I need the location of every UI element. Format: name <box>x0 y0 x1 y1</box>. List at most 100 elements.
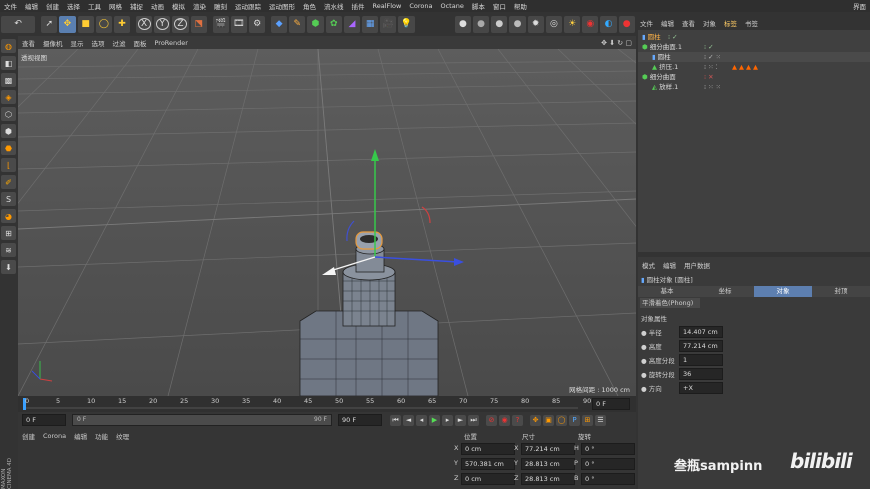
grid-button[interactable]: ⊞ <box>1 226 16 240</box>
tab-object[interactable]: 对象 <box>754 286 812 297</box>
render-picture-viewer-button[interactable]: 🎞 <box>230 15 247 33</box>
visibility-icon[interactable]: ⁝ ✓ <box>704 42 714 52</box>
viewport-menu-filter[interactable]: 过滤 <box>109 38 130 48</box>
viewport-menu-options[interactable]: 选项 <box>88 38 109 48</box>
cube-button[interactable]: ◆ <box>271 15 288 33</box>
timeline[interactable]: 0 5 10 15 20 25 30 35 40 45 50 55 60 65 70 75 80 85 90 0 F <box>18 396 636 412</box>
key-pla-button[interactable]: ⊞ <box>582 414 593 426</box>
key-param-button[interactable]: P <box>569 414 580 426</box>
array-button[interactable]: ✿ <box>325 15 342 33</box>
x-axis-button[interactable]: X <box>135 15 153 33</box>
z-axis-button[interactable]: Z <box>172 15 189 33</box>
live-select-button[interactable]: ➚ <box>41 15 58 33</box>
axis-mode-button[interactable]: ⌊ <box>1 158 16 172</box>
workplane-button[interactable]: ◈ <box>1 90 16 104</box>
menu-sculpt[interactable]: 雕刻 <box>210 1 231 11</box>
tweak-mode-button[interactable]: ✐ <box>1 175 16 189</box>
download-button[interactable]: ⬇ <box>1 260 16 274</box>
menu-select[interactable]: 选择 <box>63 1 84 11</box>
position-x-field[interactable]: 0 cm <box>461 443 515 455</box>
keyframe-selection-button[interactable]: ? <box>512 414 523 426</box>
timeline-menu-button[interactable]: ☰ <box>595 414 606 426</box>
visibility-icon[interactable]: ⁝ ✓ <box>668 32 678 42</box>
menu-mograph[interactable]: 运动图形 <box>265 1 299 11</box>
object-row[interactable]: ⬢ 细分曲面 ⁝ ✕ <box>638 72 870 82</box>
frame-range-slider[interactable]: 0 F 90 F <box>72 414 332 426</box>
material-menu-corona[interactable]: Corona <box>39 432 70 440</box>
tab-caps[interactable]: 封顶 <box>812 286 870 297</box>
end-frame-field[interactable]: 90 F <box>338 414 382 426</box>
material-menu-create[interactable]: 创建 <box>18 431 39 441</box>
menu-layout[interactable]: 界面 <box>849 1 870 11</box>
object-list[interactable]: ▮ 圆柱 ⁝ ✓ ⬢ 细分曲面.1 ⁝ ✓ ▮ 圆柱 ⁝ ✓ ⁙ ▲ 挤压.1 … <box>638 30 870 252</box>
snap-button[interactable]: S <box>1 192 16 206</box>
menu-file[interactable]: 文件 <box>0 1 21 11</box>
menu-pipeline[interactable]: 流水线 <box>320 1 348 11</box>
position-z-field[interactable]: 0 cm <box>461 473 515 485</box>
orientation-select[interactable]: +X <box>679 382 723 394</box>
menu-script[interactable]: 脚本 <box>468 1 489 11</box>
material-menu-texture[interactable]: 纹理 <box>112 431 133 441</box>
menu-animate[interactable]: 动画 <box>147 1 168 11</box>
texture-mode-button[interactable]: ▩ <box>1 73 16 87</box>
material-menu-function[interactable]: 功能 <box>91 431 112 441</box>
rotation-segments-field[interactable]: 36 <box>679 368 723 380</box>
object-menu-bookmarks[interactable]: 书签 <box>741 18 762 28</box>
deformer-button[interactable]: ◢ <box>343 15 361 33</box>
height-field[interactable]: 77.214 cm <box>679 340 723 352</box>
size-y-field[interactable]: 28.813 cm <box>521 458 575 470</box>
viewport[interactable]: 透视视图 网格间距 : 1000 cm <box>18 49 636 396</box>
menu-realflow[interactable]: RealFlow <box>369 2 406 10</box>
octane-sphere-3-button[interactable]: ● <box>491 15 508 33</box>
object-menu-edit[interactable]: 编辑 <box>657 18 678 28</box>
tab-coord[interactable]: 坐标 <box>696 286 754 297</box>
start-frame-field[interactable]: 0 F <box>22 414 66 426</box>
tab-phong[interactable]: 平滑着色(Phong) <box>640 298 700 308</box>
key-scale-button[interactable]: ▣ <box>543 414 554 426</box>
radio-icon[interactable]: ● <box>641 329 647 337</box>
menu-corona[interactable]: Corona <box>405 2 436 10</box>
rotation-p-field[interactable]: 0 ° <box>581 458 635 470</box>
size-z-field[interactable]: 28.813 cm <box>521 473 575 485</box>
material-menu-edit[interactable]: 编辑 <box>70 431 91 441</box>
key-rotation-button[interactable]: ◯ <box>556 414 567 426</box>
points-mode-button[interactable]: ⬡ <box>1 107 16 121</box>
polygons-mode-button[interactable]: ⬣ <box>1 141 16 155</box>
radius-field[interactable]: 14.407 cm <box>679 326 723 338</box>
octane-half-sphere-button[interactable]: ◐ <box>600 15 617 33</box>
pen-button[interactable]: ✎ <box>289 15 306 33</box>
menu-window[interactable]: 窗口 <box>489 1 510 11</box>
octane-sphere-button[interactable]: ● <box>454 15 471 33</box>
tags-icon[interactable]: ▲▲▲▲ <box>732 62 760 72</box>
next-key-button[interactable]: ► <box>455 414 466 426</box>
record-key-button[interactable]: ⊘ <box>486 414 497 426</box>
octane-sphere-2-button[interactable]: ● <box>472 15 490 33</box>
menu-render[interactable]: 渲染 <box>189 1 210 11</box>
octane-sun-button[interactable]: ☀ <box>564 15 581 33</box>
prev-key-button[interactable]: ◄ <box>403 414 414 426</box>
menu-character[interactable]: 角色 <box>299 1 320 11</box>
octane-record-button[interactable]: ◉ <box>582 15 599 33</box>
octane-target-button[interactable]: ◎ <box>545 15 562 33</box>
rotation-h-field[interactable]: 0 ° <box>581 443 635 455</box>
layers-button[interactable]: ≋ <box>1 243 16 257</box>
recent-tool-button[interactable]: ✚ <box>113 15 131 33</box>
subdivision-button[interactable]: ⬢ <box>307 15 324 33</box>
viewport-menu-camera[interactable]: 摄像机 <box>39 38 67 48</box>
play-button[interactable]: ▶ <box>429 414 440 426</box>
visibility-icon[interactable]: ⁝ ⁙ ⁙ <box>704 82 721 92</box>
radio-icon[interactable]: ● <box>641 385 647 393</box>
attr-menu-userdata[interactable]: 用户数据 <box>680 260 714 270</box>
prev-frame-button[interactable]: ◂ <box>416 414 427 426</box>
viewport-menu-display[interactable]: 显示 <box>67 38 88 48</box>
rotation-b-field[interactable]: 0 ° <box>581 473 635 485</box>
undo-button[interactable]: ↶ <box>1 15 36 33</box>
visibility-icon[interactable]: ⁝ ✕ <box>704 72 714 82</box>
menu-edit[interactable]: 编辑 <box>21 1 42 11</box>
menu-simulate[interactable]: 模拟 <box>168 1 189 11</box>
object-row[interactable]: ⬢ 细分曲面.1 ⁝ ✓ <box>638 42 870 52</box>
menu-help[interactable]: 帮助 <box>510 1 531 11</box>
viewport-nav-icons[interactable]: ✥ ⬇ ↻ ▢ <box>597 39 636 47</box>
menu-plugins[interactable]: 插件 <box>348 1 369 11</box>
menu-mesh[interactable]: 网格 <box>105 1 126 11</box>
